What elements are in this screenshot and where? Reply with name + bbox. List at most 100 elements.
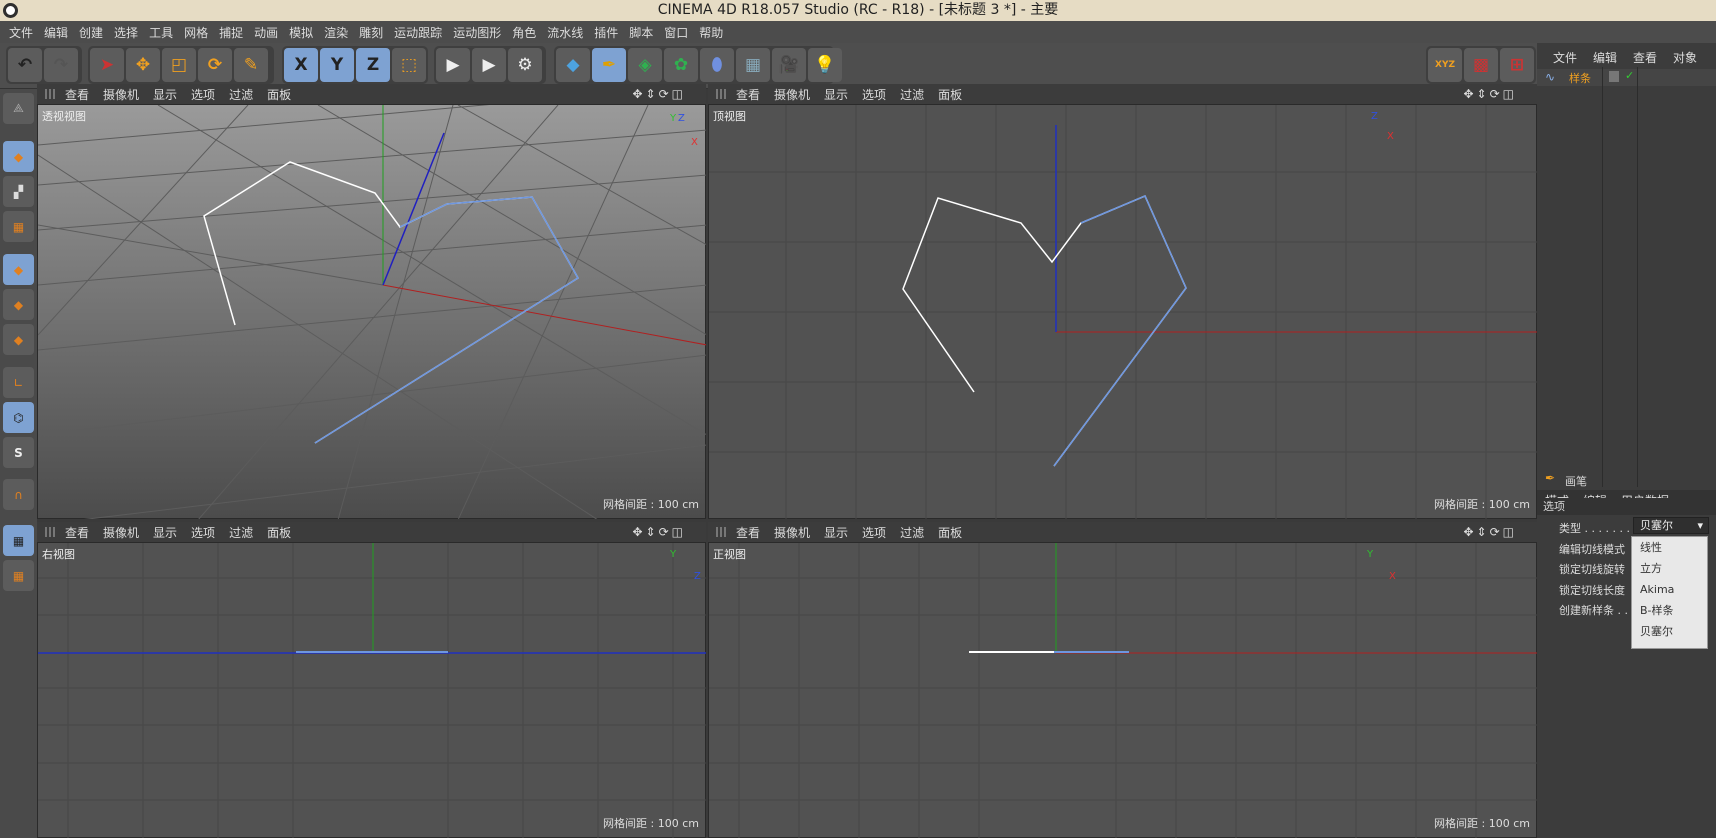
vp-menu-camera[interactable]: 摄像机 <box>774 86 810 103</box>
menu-tools[interactable]: 工具 <box>149 24 173 41</box>
perspective-canvas[interactable]: Y Z X 透视视图 网格间距 : 100 cm <box>37 104 706 519</box>
enable-axis-button[interactable]: XYZ <box>1428 48 1462 82</box>
light-button[interactable]: 💡 <box>808 48 842 82</box>
camera-button[interactable]: 🎥 <box>772 48 806 82</box>
vp-menu-panel[interactable]: 面板 <box>938 524 962 541</box>
object-row-spline[interactable]: ∿ 样条 ✓ <box>1537 69 1716 86</box>
solo-button[interactable]: S <box>3 437 34 468</box>
viewport-nav-icons[interactable]: ✥⇕⟳◫ <box>1463 525 1517 539</box>
om-menu-edit[interactable]: 编辑 <box>1593 49 1617 66</box>
workplane-mode-button[interactable]: ▦ <box>3 211 34 242</box>
tweak-mode-button[interactable]: ⌬ <box>3 402 34 433</box>
viewport-nav-icons[interactable]: ✥⇕⟳◫ <box>632 525 686 539</box>
subdivision-button[interactable]: ◈ <box>628 48 662 82</box>
menu-render[interactable]: 渲染 <box>324 24 348 41</box>
menu-sculpt[interactable]: 雕刻 <box>359 24 383 41</box>
vp-menu-display[interactable]: 显示 <box>153 524 177 541</box>
vp-menu-panel[interactable]: 面板 <box>938 86 962 103</box>
menu-script[interactable]: 脚本 <box>629 24 653 41</box>
vp-menu-options[interactable]: 选项 <box>862 86 886 103</box>
type-option-linear[interactable]: 线性 <box>1632 537 1707 558</box>
y-axis-lock-button[interactable]: Y <box>320 48 354 82</box>
menu-motion-tracker[interactable]: 运动跟踪 <box>394 24 442 41</box>
vp-menu-options[interactable]: 选项 <box>191 524 215 541</box>
vp-menu-camera[interactable]: 摄像机 <box>103 86 139 103</box>
make-editable-button[interactable]: ⟁ <box>3 93 34 124</box>
vp-menu-display[interactable]: 显示 <box>153 86 177 103</box>
move-button[interactable]: ✥ <box>126 48 160 82</box>
right-viewport[interactable]: 查看 摄像机 显示 选项 过滤 面板 ✥⇕⟳◫ Y Z 右视图 网格间距 : 1… <box>37 522 706 838</box>
pen-tool-button[interactable]: ✒ <box>592 48 626 82</box>
recent-tool-button[interactable]: ✎ <box>234 48 268 82</box>
type-option-bspline[interactable]: B-样条 <box>1632 600 1707 621</box>
rotate-button[interactable]: ⟳ <box>198 48 232 82</box>
menu-mograph[interactable]: 运动图形 <box>453 24 501 41</box>
vp-menu-filter[interactable]: 过滤 <box>229 86 253 103</box>
viewport-nav-icons[interactable]: ✥⇕⟳◫ <box>632 87 686 101</box>
viewport-nav-icons[interactable]: ✥⇕⟳◫ <box>1463 87 1517 101</box>
menu-plugins[interactable]: 插件 <box>594 24 618 41</box>
menu-window[interactable]: 窗口 <box>664 24 688 41</box>
menu-pipeline[interactable]: 流水线 <box>547 24 583 41</box>
menu-character[interactable]: 角色 <box>512 24 536 41</box>
vp-menu-options[interactable]: 选项 <box>191 86 215 103</box>
floor-button[interactable]: ▦ <box>736 48 770 82</box>
front-viewport[interactable]: 查看 摄像机 显示 选项 过滤 面板 ✥⇕⟳◫ Y X 正视图 网格间距: 1… <box>708 522 1537 838</box>
om-menu-view[interactable]: 查看 <box>1633 49 1657 66</box>
om-menu-file[interactable]: 文件 <box>1553 49 1577 66</box>
edges-mode-button[interactable]: ◆ <box>3 289 34 320</box>
planar-workplane-button[interactable]: ▦ <box>3 560 34 591</box>
vp-menu-camera[interactable]: 摄像机 <box>774 524 810 541</box>
vp-menu-panel[interactable]: 面板 <box>267 86 291 103</box>
model-mode-button[interactable]: ◆ <box>3 141 34 172</box>
menu-edit[interactable]: 编辑 <box>44 24 68 41</box>
menu-create[interactable]: 创建 <box>79 24 103 41</box>
z-axis-lock-button[interactable]: Z <box>356 48 390 82</box>
menu-snap[interactable]: 捕捉 <box>219 24 243 41</box>
type-option-bezier[interactable]: 贝塞尔 <box>1632 621 1707 642</box>
x-axis-lock-button[interactable]: X <box>284 48 318 82</box>
menu-mesh[interactable]: 网格 <box>184 24 208 41</box>
vp-menu-filter[interactable]: 过滤 <box>229 524 253 541</box>
texture-mode-button[interactable]: ▞ <box>3 176 34 207</box>
vp-menu-display[interactable]: 显示 <box>824 524 848 541</box>
vp-menu-filter[interactable]: 过滤 <box>900 86 924 103</box>
cloner-button[interactable]: ✿ <box>664 48 698 82</box>
workplane-button[interactable]: ▩ <box>1464 48 1498 82</box>
vp-menu-view[interactable]: 查看 <box>736 86 760 103</box>
type-option-akima[interactable]: Akima <box>1632 579 1707 600</box>
undo-button[interactable]: ↶ <box>8 48 42 82</box>
snap-button[interactable]: ⊞ <box>1500 48 1534 82</box>
render-picture-viewer-button[interactable]: ▶ <box>472 48 506 82</box>
vp-menu-camera[interactable]: 摄像机 <box>103 524 139 541</box>
render-view-button[interactable]: ▶ <box>436 48 470 82</box>
menu-file[interactable]: 文件 <box>9 24 33 41</box>
deformer-button[interactable]: ⬮ <box>700 48 734 82</box>
vp-menu-view[interactable]: 查看 <box>65 86 89 103</box>
menu-animate[interactable]: 动画 <box>254 24 278 41</box>
type-option-cubic[interactable]: 立方 <box>1632 558 1707 579</box>
snapping-button[interactable]: ∩ <box>3 479 34 510</box>
menu-simulate[interactable]: 模拟 <box>289 24 313 41</box>
points-mode-button[interactable]: ◆ <box>3 254 34 285</box>
right-canvas[interactable]: Y Z 右视图 网格间距 : 100 cm <box>37 542 706 838</box>
top-canvas[interactable]: Z X 顶视图 网格间距 : 100 cm <box>708 104 1537 519</box>
top-viewport[interactable]: 查看 摄像机 显示 选项 过滤 面板 ✥⇕⟳◫ Z X 顶视图 网格间距: 1… <box>708 84 1537 519</box>
vp-menu-panel[interactable]: 面板 <box>267 524 291 541</box>
live-selection-button[interactable]: ➤ <box>90 48 124 82</box>
coordinate-system-button[interactable]: ⬚ <box>392 48 426 82</box>
perspective-viewport[interactable]: 查看 摄像机 显示 选项 过滤 面板 ✥⇕⟳◫ Y Z X 透视视图 网格间距 … <box>37 84 706 519</box>
axis-mode-button[interactable]: ∟ <box>3 367 34 398</box>
cube-button[interactable]: ◆ <box>556 48 590 82</box>
menu-select[interactable]: 选择 <box>114 24 138 41</box>
redo-button[interactable]: ↷ <box>44 48 78 82</box>
enabled-check-icon[interactable]: ✓ <box>1625 69 1634 82</box>
menu-help[interactable]: 帮助 <box>699 24 723 41</box>
vp-menu-view[interactable]: 查看 <box>736 524 760 541</box>
type-select[interactable]: 贝塞尔 ▾ <box>1633 517 1709 534</box>
vp-menu-filter[interactable]: 过滤 <box>900 524 924 541</box>
scale-button[interactable]: ◰ <box>162 48 196 82</box>
object-name[interactable]: 样条 <box>1569 70 1591 86</box>
front-canvas[interactable]: Y X 正视图 网格间距 : 100 cm <box>708 542 1537 838</box>
render-settings-button[interactable]: ⚙ <box>508 48 542 82</box>
